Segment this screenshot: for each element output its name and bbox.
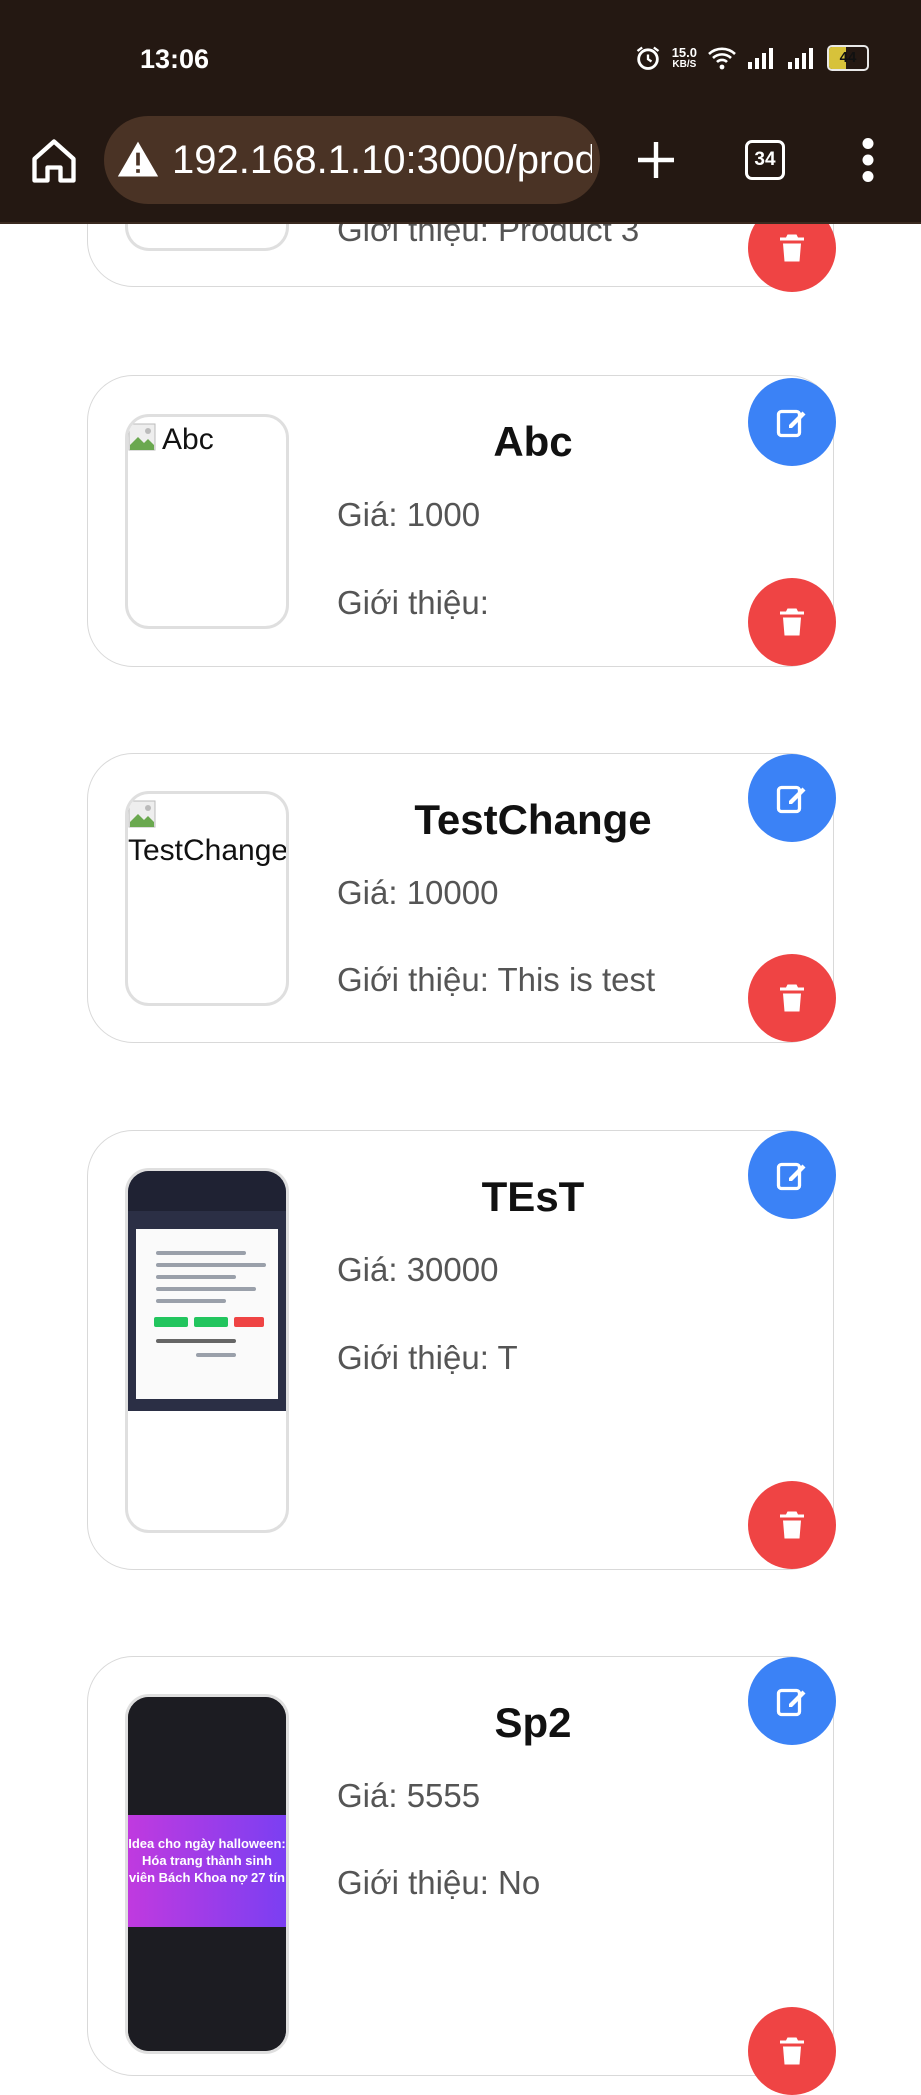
image-alt-text: Abc — [128, 423, 214, 457]
tab-switcher-button[interactable]: 34 — [745, 140, 785, 180]
product-name: Abc — [493, 418, 573, 465]
edit-icon — [776, 785, 806, 814]
wifi-icon — [708, 47, 736, 70]
product-card: Abc Abc Giá: 1000 Giới thiệu: — [87, 375, 836, 667]
alarm-icon — [636, 46, 659, 70]
edit-icon — [776, 1162, 806, 1191]
browser-chrome: 13:06 15.0 KB/S 44 192.168.1.10:3000/pro… — [0, 0, 921, 224]
battery-indicator: 44 — [827, 45, 869, 71]
product-price: Giá: 10000 — [337, 874, 499, 911]
trash-icon — [780, 1511, 804, 1539]
broken-image-icon — [128, 800, 156, 828]
product-image — [125, 1168, 289, 1533]
product-card: Idea cho ngày halloween: Hóa trang thành… — [87, 1656, 836, 2095]
new-tab-icon[interactable] — [632, 136, 680, 184]
delete-button[interactable] — [748, 1481, 836, 1569]
home-icon[interactable] — [28, 135, 80, 187]
status-icons: 15.0 KB/S 44 — [634, 44, 869, 72]
network-speed-unit: KB/S — [672, 59, 697, 70]
trash-icon — [780, 984, 804, 1012]
network-speed: 15.0 KB/S — [672, 46, 697, 70]
screenshot-thumbnail — [128, 1171, 286, 1411]
trash-icon — [780, 234, 804, 262]
product-description: Giới thiệu: T — [337, 1339, 518, 1376]
product-price: Giá: 30000 — [337, 1251, 499, 1288]
product-image: Idea cho ngày halloween: Hóa trang thành… — [125, 1694, 289, 2054]
edit-button[interactable] — [748, 1131, 836, 1219]
product-card: TEsT Giá: 30000 Giới thiệu: T — [87, 1130, 836, 1570]
screenshot-thumbnail — [128, 1697, 286, 1815]
warning-icon[interactable] — [116, 138, 160, 182]
delete-button[interactable] — [748, 2007, 836, 2095]
delete-button[interactable] — [748, 578, 836, 666]
more-menu-icon[interactable] — [860, 138, 876, 182]
battery-level: 44 — [839, 49, 857, 66]
product-description: Giới thiệu: No — [337, 1864, 541, 1901]
product-description: Giới thiệu: This is test — [337, 961, 656, 998]
address-bar[interactable]: 192.168.1.10:3000/prod — [104, 116, 600, 204]
product-price: Giá: 1000 — [337, 496, 481, 533]
edit-icon — [776, 1688, 806, 1717]
url-text[interactable]: 192.168.1.10:3000/prod — [172, 138, 592, 183]
trash-icon — [780, 608, 804, 636]
product-name: Sp2 — [494, 1699, 572, 1746]
edit-icon — [776, 409, 806, 438]
delete-button[interactable] — [748, 954, 836, 1042]
image-alt-label: TestChange — [128, 834, 289, 867]
signal-icon — [748, 48, 773, 69]
image-alt-text: TestChange — [128, 800, 289, 868]
product-image: TestChange — [125, 791, 289, 1006]
product-description: Giới thiệu: — [337, 584, 489, 621]
thumbnail-caption: Idea cho ngày halloween: Hóa trang thành… — [128, 1836, 286, 1885]
product-card: TestChange TestChange Giá: 10000 Giới th… — [87, 753, 836, 1043]
status-time: 13:06 — [140, 44, 210, 74]
edit-button[interactable] — [748, 754, 836, 842]
trash-icon — [780, 2037, 804, 2065]
broken-image-icon — [128, 423, 156, 451]
network-speed-value: 15.0 — [671, 45, 697, 60]
product-name: TEsT — [481, 1173, 585, 1220]
edit-button[interactable] — [748, 1657, 836, 1745]
signal-icon-2 — [788, 48, 813, 69]
edit-button[interactable] — [748, 378, 836, 466]
image-alt-label: Abc — [162, 423, 214, 456]
product-price: Giá: 5555 — [337, 1777, 481, 1814]
product-name: TestChange — [414, 796, 652, 843]
product-image: Abc — [125, 414, 289, 629]
